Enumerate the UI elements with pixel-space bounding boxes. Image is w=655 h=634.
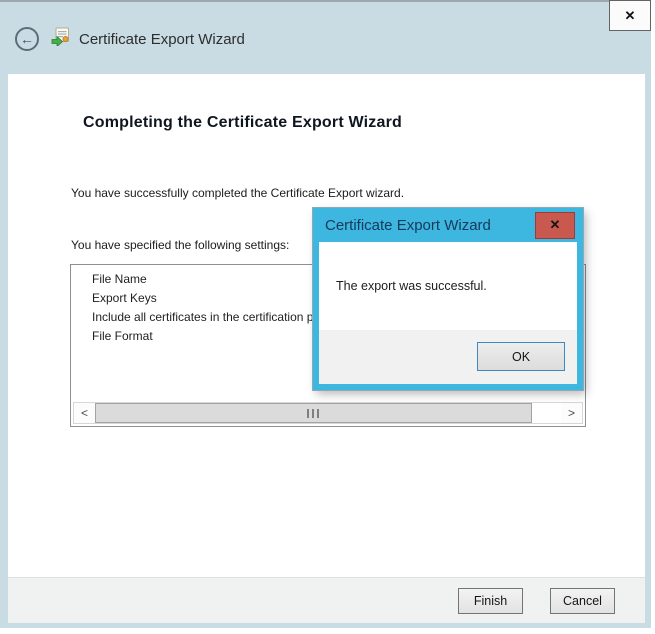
scrollbar-thumb[interactable] [95,403,532,423]
dialog-close-button[interactable]: ✕ [535,212,575,239]
wizard-titlebar[interactable]: ← Certificate Export Wizard [0,4,651,74]
cancel-button[interactable]: Cancel [550,588,615,614]
certificate-export-icon [51,27,70,51]
dialog-button-bar: OK [319,330,577,384]
thumb-grip-icon [307,409,309,418]
export-success-dialog: Certificate Export Wizard ✕ The export w… [313,208,583,390]
thumb-grip-icon [312,409,314,418]
thumb-grip-icon [317,409,319,418]
finish-button[interactable]: Finish [458,588,523,614]
scrollbar-track[interactable] [532,403,561,423]
dialog-titlebar[interactable]: Certificate Export Wizard ✕ [319,208,577,242]
scroll-left-arrow-icon[interactable]: < [74,403,95,423]
ok-button[interactable]: OK [477,342,565,371]
back-button[interactable]: ← [15,27,39,51]
page-heading: Completing the Certificate Export Wizard [83,114,402,132]
specified-settings-text: You have specified the following setting… [71,238,289,252]
window-title: Certificate Export Wizard [79,31,245,48]
dialog-title: Certificate Export Wizard [319,217,535,234]
scroll-right-arrow-icon[interactable]: > [561,403,582,423]
wizard-button-bar: Finish Cancel [8,577,645,623]
window-close-button[interactable]: ✕ [609,0,651,31]
dialog-message: The export was successful. [319,242,577,330]
success-text: You have successfully completed the Cert… [71,186,404,200]
screen: ← Certificate Export Wizard ✕ Completing… [0,0,655,634]
horizontal-scrollbar[interactable]: < > [73,402,583,424]
